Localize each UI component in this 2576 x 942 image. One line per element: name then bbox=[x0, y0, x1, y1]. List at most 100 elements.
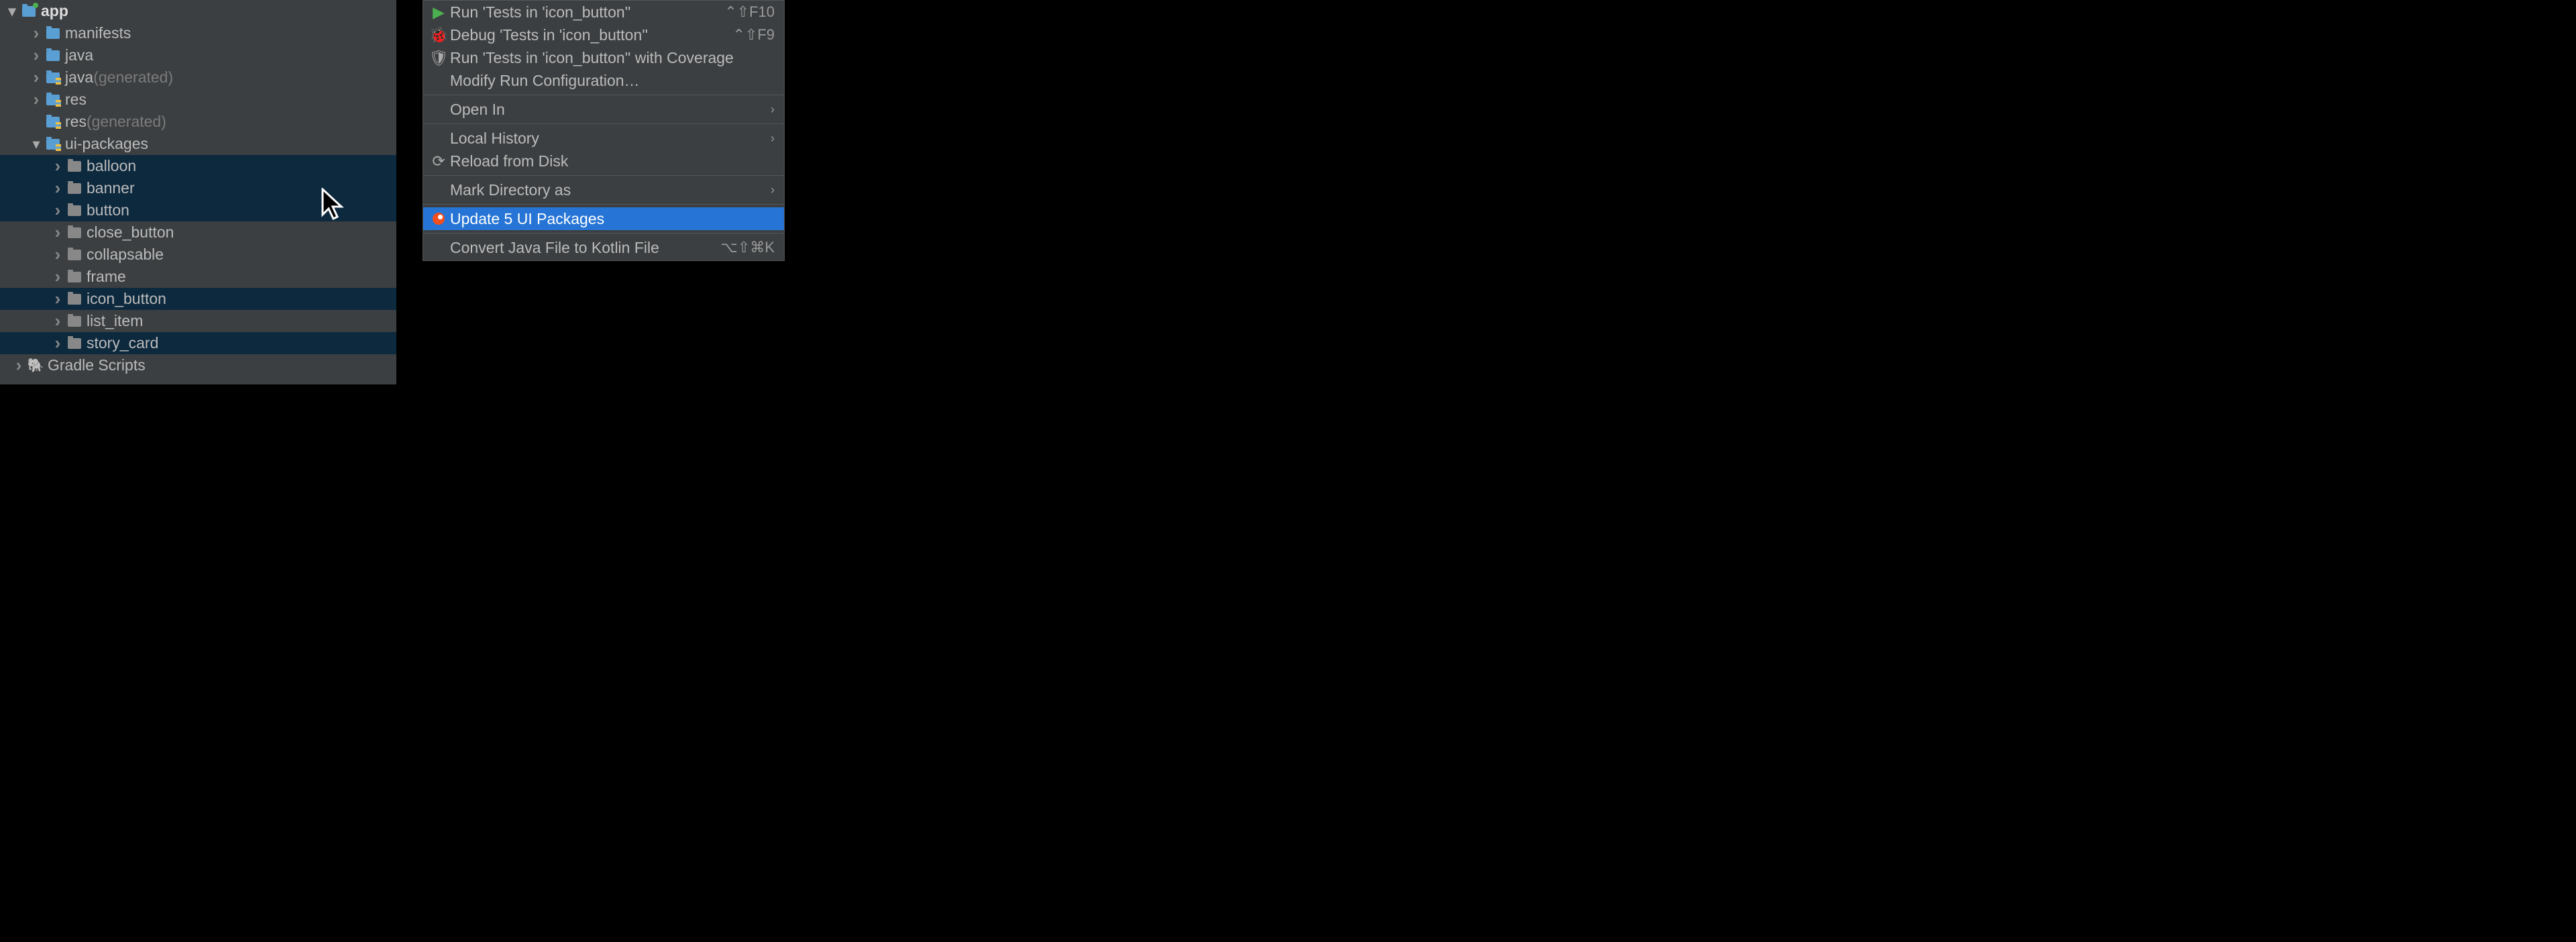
menu-label: Open In bbox=[450, 101, 771, 119]
menu-separator bbox=[423, 175, 784, 176]
tree-node-list-item[interactable]: list_item bbox=[0, 310, 396, 332]
generated-folder-icon bbox=[46, 115, 60, 129]
expand-arrow-icon[interactable] bbox=[30, 45, 43, 66]
expand-arrow-icon[interactable] bbox=[51, 266, 64, 287]
menu-item-run[interactable]: ▶ Run 'Tests in 'icon_button'' ⌃⇧F10 bbox=[423, 1, 784, 23]
folder-icon bbox=[67, 225, 82, 240]
project-tree: app manifests java java (generated) res … bbox=[0, 0, 396, 384]
tree-node-gradle-scripts[interactable]: 🐘 Gradle Scripts bbox=[0, 354, 396, 376]
expand-arrow-icon[interactable] bbox=[51, 311, 64, 331]
menu-item-convert-kotlin[interactable]: Convert Java File to Kotlin File ⌥⇧⌘K bbox=[423, 236, 784, 259]
folder-icon bbox=[67, 248, 82, 262]
debug-icon: 🐞 bbox=[430, 26, 447, 44]
menu-item-open-in[interactable]: Open In › bbox=[423, 98, 784, 121]
tree-node-res[interactable]: res bbox=[0, 89, 396, 111]
expand-arrow-icon[interactable] bbox=[51, 244, 64, 265]
menu-label: Mark Directory as bbox=[450, 181, 771, 199]
tree-label: icon_button bbox=[87, 290, 166, 308]
expand-arrow-icon[interactable] bbox=[30, 89, 43, 110]
tree-node-ui-packages[interactable]: ui-packages bbox=[0, 133, 396, 155]
menu-label: Debug 'Tests in 'icon_button'' bbox=[450, 26, 732, 44]
menu-label: Convert Java File to Kotlin File bbox=[450, 239, 721, 257]
tree-label: close_button bbox=[87, 223, 174, 242]
tree-node-java-generated[interactable]: java (generated) bbox=[0, 66, 396, 89]
menu-label: Reload from Disk bbox=[450, 152, 775, 170]
tree-label: res bbox=[65, 91, 87, 109]
tree-label: button bbox=[87, 201, 129, 219]
menu-item-update-packages[interactable]: Update 5 UI Packages bbox=[423, 207, 784, 230]
generated-suffix: (generated) bbox=[93, 68, 173, 87]
menu-item-modify-config[interactable]: Modify Run Configuration… bbox=[423, 69, 784, 92]
folder-icon bbox=[67, 159, 82, 174]
expand-arrow-icon[interactable] bbox=[51, 200, 64, 221]
tree-node-button[interactable]: button bbox=[0, 199, 396, 221]
tree-node-close-button[interactable]: close_button bbox=[0, 221, 396, 244]
expand-arrow-icon[interactable] bbox=[30, 136, 43, 153]
menu-shortcut: ⌥⇧⌘K bbox=[721, 239, 775, 256]
tree-node-story-card[interactable]: story_card bbox=[0, 332, 396, 354]
submenu-chevron-icon: › bbox=[771, 103, 775, 117]
tree-label: banner bbox=[87, 179, 135, 197]
expand-arrow-icon[interactable] bbox=[51, 222, 64, 243]
folder-icon bbox=[67, 336, 82, 351]
menu-label: Run 'Tests in 'icon_button'' with Covera… bbox=[450, 49, 775, 67]
folder-icon bbox=[67, 314, 82, 329]
menu-item-mark-directory[interactable]: Mark Directory as › bbox=[423, 178, 784, 201]
menu-shortcut: ⌃⇧F10 bbox=[724, 3, 775, 21]
tree-label: story_card bbox=[87, 334, 158, 352]
context-menu: ▶ Run 'Tests in 'icon_button'' ⌃⇧F10 🐞 D… bbox=[423, 0, 785, 261]
folder-icon bbox=[67, 181, 82, 196]
coverage-icon: 🛡 bbox=[430, 49, 447, 67]
tree-node-icon-button[interactable]: icon_button bbox=[0, 288, 396, 310]
menu-item-coverage[interactable]: 🛡 Run 'Tests in 'icon_button'' with Cove… bbox=[423, 46, 784, 69]
folder-icon bbox=[46, 26, 60, 41]
tree-node-res-generated[interactable]: res (generated) bbox=[0, 111, 396, 133]
submenu-chevron-icon: › bbox=[771, 132, 775, 146]
menu-label: Update 5 UI Packages bbox=[450, 210, 775, 228]
submenu-chevron-icon: › bbox=[771, 183, 775, 197]
tree-node-balloon[interactable]: balloon bbox=[0, 155, 396, 177]
tree-label: Gradle Scripts bbox=[48, 356, 146, 374]
generated-suffix: (generated) bbox=[87, 113, 166, 131]
reload-icon: ⟳ bbox=[430, 152, 447, 170]
folder-icon bbox=[67, 270, 82, 284]
tree-node-collapsable[interactable]: collapsable bbox=[0, 244, 396, 266]
tree-label: collapsable bbox=[87, 246, 164, 264]
expand-arrow-icon[interactable] bbox=[51, 178, 64, 199]
tree-node-java[interactable]: java bbox=[0, 44, 396, 66]
resource-folder-icon bbox=[46, 137, 60, 152]
module-folder-icon bbox=[21, 4, 36, 19]
menu-label: Local History bbox=[450, 129, 771, 148]
tree-node-banner[interactable]: banner bbox=[0, 177, 396, 199]
folder-icon bbox=[67, 292, 82, 307]
expand-arrow-icon[interactable] bbox=[51, 289, 64, 309]
tree-label: ui-packages bbox=[65, 135, 148, 153]
menu-label: Run 'Tests in 'icon_button'' bbox=[450, 3, 724, 21]
folder-icon bbox=[46, 48, 60, 63]
expand-arrow-icon[interactable] bbox=[5, 3, 19, 20]
menu-item-local-history[interactable]: Local History › bbox=[423, 127, 784, 150]
menu-item-debug[interactable]: 🐞 Debug 'Tests in 'icon_button'' ⌃⇧F9 bbox=[423, 23, 784, 46]
tree-node-app[interactable]: app bbox=[0, 0, 396, 22]
tree-node-manifests[interactable]: manifests bbox=[0, 22, 396, 44]
expand-arrow-icon[interactable] bbox=[51, 333, 64, 354]
gradle-icon: 🐘 bbox=[28, 358, 43, 373]
tree-label: java bbox=[65, 46, 93, 64]
expand-arrow-icon[interactable] bbox=[51, 156, 64, 176]
tree-label: app bbox=[41, 2, 68, 20]
tree-label: res bbox=[65, 113, 87, 131]
tree-label: list_item bbox=[87, 312, 143, 330]
run-icon: ▶ bbox=[430, 3, 447, 21]
expand-arrow-icon[interactable] bbox=[12, 355, 25, 376]
expand-arrow-icon[interactable] bbox=[30, 23, 43, 44]
tree-node-frame[interactable]: frame bbox=[0, 266, 396, 288]
tree-label: manifests bbox=[65, 24, 131, 42]
tree-label: frame bbox=[87, 268, 126, 286]
folder-icon bbox=[67, 203, 82, 218]
menu-shortcut: ⌃⇧F9 bbox=[732, 26, 775, 44]
expand-arrow-icon[interactable] bbox=[30, 67, 43, 88]
tree-label: balloon bbox=[87, 157, 136, 175]
menu-separator bbox=[423, 123, 784, 124]
menu-label: Modify Run Configuration… bbox=[450, 72, 775, 90]
menu-item-reload[interactable]: ⟳ Reload from Disk bbox=[423, 150, 784, 172]
